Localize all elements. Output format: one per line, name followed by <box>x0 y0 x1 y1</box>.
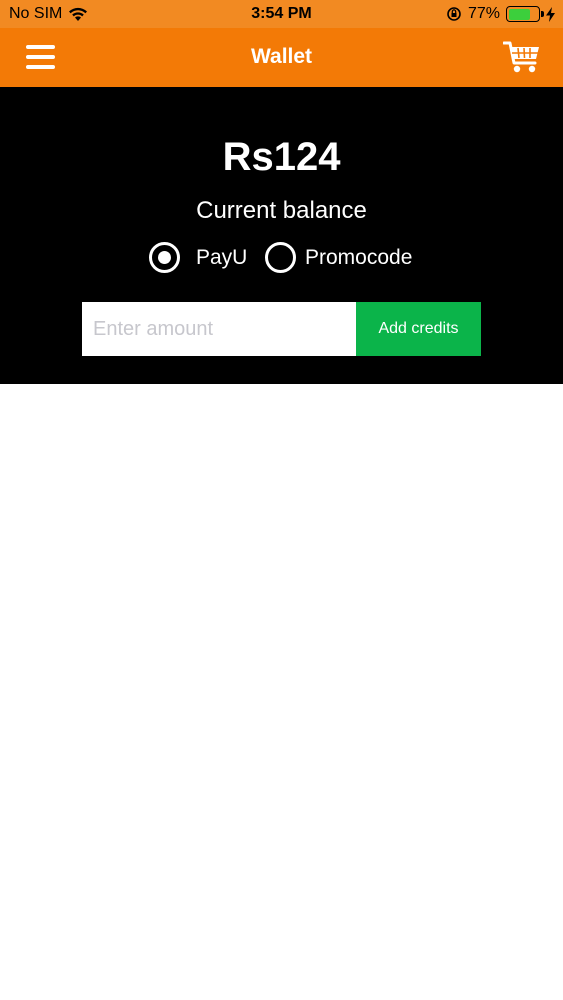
battery-icon <box>506 6 544 22</box>
charging-bolt-icon <box>546 6 555 22</box>
battery-percent: 77% <box>467 5 500 22</box>
payment-method-group: PayU Promocode <box>0 242 563 274</box>
radio-button-icon[interactable] <box>265 242 296 273</box>
orientation-lock-icon <box>447 7 461 21</box>
status-right: 77% <box>446 5 555 23</box>
radio-payu-label: PayU <box>196 245 248 269</box>
page-title: Wallet <box>250 45 313 68</box>
wallet-panel: Rs124 Current balance PayU Promocode Add… <box>0 87 563 384</box>
add-credits-button[interactable]: Add credits <box>356 302 481 356</box>
radio-payu[interactable]: PayU <box>149 242 247 273</box>
status-bar: No SIM 3:54 PM 77% <box>0 0 563 28</box>
shopping-cart-icon[interactable] <box>502 39 541 75</box>
battery-tip <box>541 11 544 17</box>
balance-label: Current balance <box>196 197 367 224</box>
radio-button-icon[interactable] <box>149 242 180 273</box>
battery-fill <box>508 8 531 20</box>
balance-amount: Rs124 <box>222 135 341 179</box>
nav-bar: Wallet <box>0 28 563 87</box>
radio-promocode[interactable]: Promocode <box>265 242 412 273</box>
radio-promocode-label: Promocode <box>305 245 413 269</box>
amount-input[interactable] <box>82 302 356 356</box>
